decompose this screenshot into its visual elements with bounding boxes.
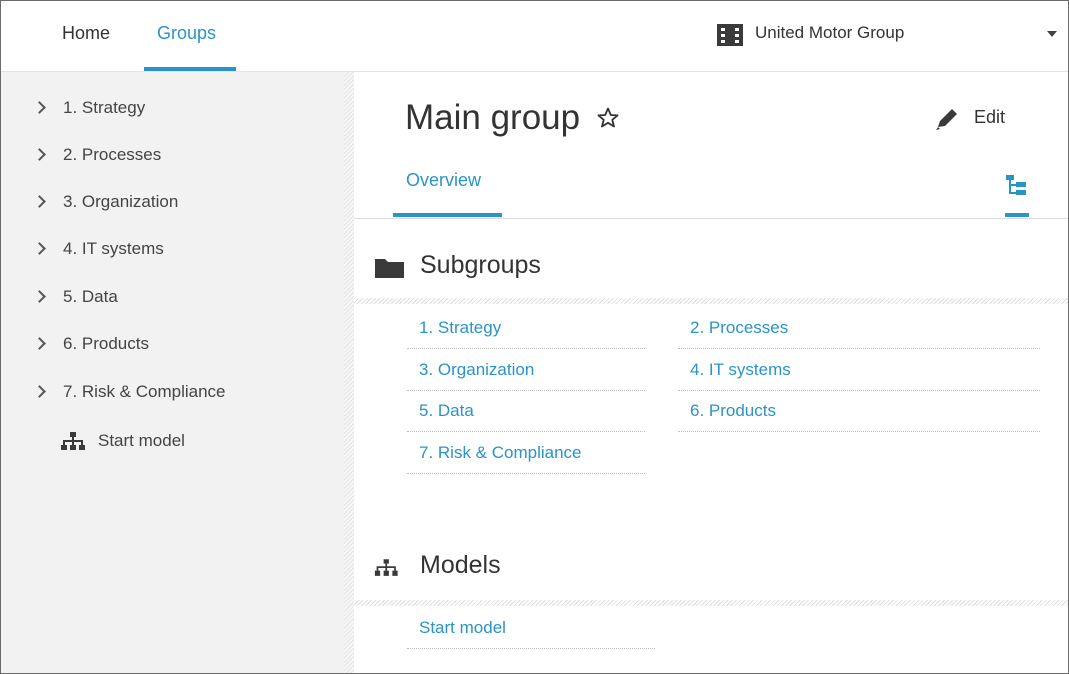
sidebar-item-risk-compliance[interactable]: 7. Risk & Compliance <box>1 374 344 410</box>
sidebar-item-processes[interactable]: 2. Processes <box>1 137 344 173</box>
tree-view-icon[interactable] <box>1004 172 1030 198</box>
sidebar-tree: 1. Strategy 2. Processes 3. Organization… <box>1 72 344 673</box>
sidebar-item-label: 7. Risk & Compliance <box>63 382 226 401</box>
sidebar-item-data[interactable]: 5. Data <box>1 279 344 315</box>
model-hierarchy-icon <box>61 432 85 450</box>
chevron-right-icon[interactable] <box>33 242 46 255</box>
sidebar-resize-handle[interactable] <box>344 72 354 673</box>
chevron-right-icon[interactable] <box>33 148 46 161</box>
tab-active-indicator <box>393 213 502 217</box>
sidebar-item-products[interactable]: 6. Products <box>1 326 344 362</box>
subgroup-link[interactable]: 6. Products <box>678 391 1040 432</box>
subgroup-link[interactable]: 4. IT systems <box>678 350 1040 391</box>
section-divider <box>354 600 1068 606</box>
subgroup-link[interactable]: 2. Processes <box>678 308 1040 349</box>
sidebar-item-label: 3. Organization <box>63 192 179 211</box>
app-window: Home Groups United Motor Group 1. Strate… <box>0 0 1069 674</box>
sidebar-item-label: 2. Processes <box>63 145 162 164</box>
section-title: Subgroups <box>420 251 541 279</box>
subgroup-link[interactable]: 7. Risk & Compliance <box>407 433 645 474</box>
star-icon[interactable] <box>596 106 620 130</box>
database-selector[interactable]: United Motor Group <box>717 21 1067 49</box>
link-label[interactable]: Start model <box>419 618 506 638</box>
link-label[interactable]: 7. Risk & Compliance <box>419 443 582 463</box>
tab-bar: Overview <box>354 162 1068 219</box>
nav-active-indicator <box>144 67 236 71</box>
link-label[interactable]: 6. Products <box>690 401 776 421</box>
main-content: Main group Edit Overview Subgroups 1. St… <box>354 72 1068 673</box>
sidebar-item-organization[interactable]: 3. Organization <box>1 184 344 220</box>
subgroup-link[interactable]: 1. Strategy <box>407 308 645 349</box>
chevron-right-icon[interactable] <box>33 290 46 303</box>
edit-button[interactable]: Edit <box>934 104 1014 134</box>
nav-groups[interactable]: Groups <box>157 23 216 44</box>
caret-down-icon <box>1047 31 1057 37</box>
link-label[interactable]: 5. Data <box>419 401 474 421</box>
sidebar-item-start-model[interactable]: Start model <box>1 423 344 459</box>
chevron-right-icon[interactable] <box>33 385 46 398</box>
sidebar-item-strategy[interactable]: 1. Strategy <box>1 90 344 126</box>
edit-label: Edit <box>974 107 1006 127</box>
sidebar-item-label: 5. Data <box>63 287 118 306</box>
link-label[interactable]: 4. IT systems <box>690 360 791 380</box>
tab-overview[interactable]: Overview <box>406 170 481 191</box>
link-label[interactable]: 2. Processes <box>690 318 788 338</box>
sidebar-item-label: 1. Strategy <box>63 98 146 117</box>
sidebar-item-label: 6. Products <box>63 334 149 353</box>
nav-home[interactable]: Home <box>62 23 110 44</box>
subgroup-link[interactable]: 5. Data <box>407 391 645 432</box>
sidebar-item-it-systems[interactable]: 4. IT systems <box>1 231 344 267</box>
subgroup-link[interactable]: 3. Organization <box>407 350 645 391</box>
tree-view-indicator <box>1005 213 1029 217</box>
top-bar: Home Groups United Motor Group <box>1 1 1068 72</box>
model-hierarchy-icon <box>374 559 398 576</box>
chevron-right-icon[interactable] <box>33 337 46 350</box>
pencil-icon <box>936 109 957 130</box>
sidebar-item-label: Start model <box>98 431 185 450</box>
chevron-right-icon[interactable] <box>33 101 46 114</box>
sidebar-item-label: 4. IT systems <box>63 239 164 258</box>
section-divider <box>354 298 1068 304</box>
link-label[interactable]: 1. Strategy <box>419 318 501 338</box>
page-title: Main group <box>405 98 581 137</box>
folder-icon <box>375 259 404 278</box>
database-icon <box>717 24 743 46</box>
model-link[interactable]: Start model <box>407 608 655 649</box>
link-label[interactable]: 3. Organization <box>419 360 534 380</box>
section-title: Models <box>420 551 501 579</box>
database-name: United Motor Group <box>755 23 905 42</box>
chevron-right-icon[interactable] <box>33 195 46 208</box>
